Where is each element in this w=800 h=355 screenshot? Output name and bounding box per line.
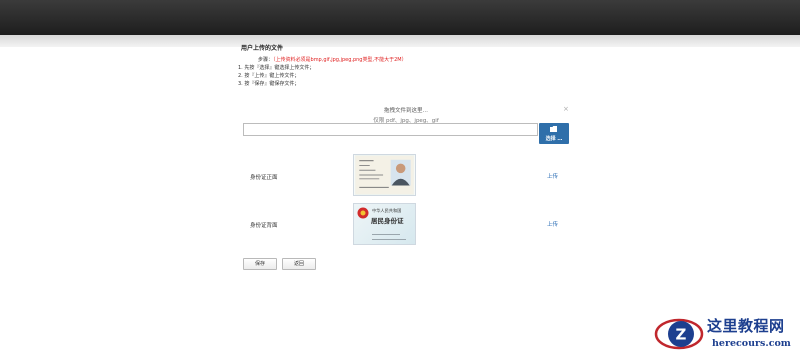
choose-button-label: 选择 … bbox=[545, 136, 563, 142]
file-drop-zone[interactable]: 拖拽文件到这里… 仅限 pdf、jpg、jpeg、gif bbox=[243, 102, 569, 124]
upload-instructions: 步骤：（上传资料必须是bmp,gif,jpg,jpeg,png类型,不能大于2M… bbox=[238, 56, 407, 88]
id-card-back-image: 中华人民共和国 居民身份证 bbox=[353, 203, 416, 245]
close-icon[interactable]: × bbox=[563, 105, 569, 113]
step-item: 3. 按『保存』键保存文件； bbox=[238, 81, 300, 87]
top-navigation-bar bbox=[0, 0, 800, 35]
drop-zone-title: 拖拽文件到这里… bbox=[383, 108, 428, 114]
watermark-title: 这里教程网 bbox=[707, 317, 785, 335]
national-emblem-icon bbox=[357, 207, 369, 219]
id-back-title: 居民身份证 bbox=[371, 217, 404, 225]
upload-front-link[interactable]: 上传 bbox=[547, 172, 558, 180]
step-label: 步骤： bbox=[258, 57, 274, 63]
page-title: 用户上传的文件 bbox=[241, 45, 284, 52]
save-button[interactable]: 保存 bbox=[243, 258, 277, 270]
watermark-logo-letter: Z bbox=[676, 326, 687, 344]
id-back-line bbox=[372, 239, 406, 240]
upload-back-link[interactable]: 上传 bbox=[547, 220, 558, 228]
watermark-logo-icon: Z bbox=[654, 318, 704, 350]
back-button[interactable]: 返回 bbox=[282, 258, 316, 270]
id-card-front-image bbox=[353, 154, 416, 196]
id-back-country: 中华人民共和国 bbox=[372, 208, 402, 213]
format-note: （上传资料必须是bmp,gif,jpg,jpeg,png类型,不能大于2M） bbox=[273, 57, 407, 63]
folder-icon bbox=[550, 126, 557, 132]
id-back-line bbox=[372, 234, 400, 235]
id-back-label: 身份证背面 bbox=[250, 223, 278, 229]
choose-file-button[interactable]: 选择 … bbox=[539, 123, 569, 144]
watermark-url: herecours.com bbox=[712, 338, 791, 349]
step-item: 2. 按『上传』键上传文件； bbox=[238, 73, 300, 79]
step-item: 1. 先按『选择』键选择上传文件； bbox=[238, 65, 315, 71]
file-path-input[interactable] bbox=[243, 123, 538, 136]
id-front-label: 身份证正面 bbox=[250, 175, 278, 181]
sub-header-strip bbox=[0, 35, 800, 47]
